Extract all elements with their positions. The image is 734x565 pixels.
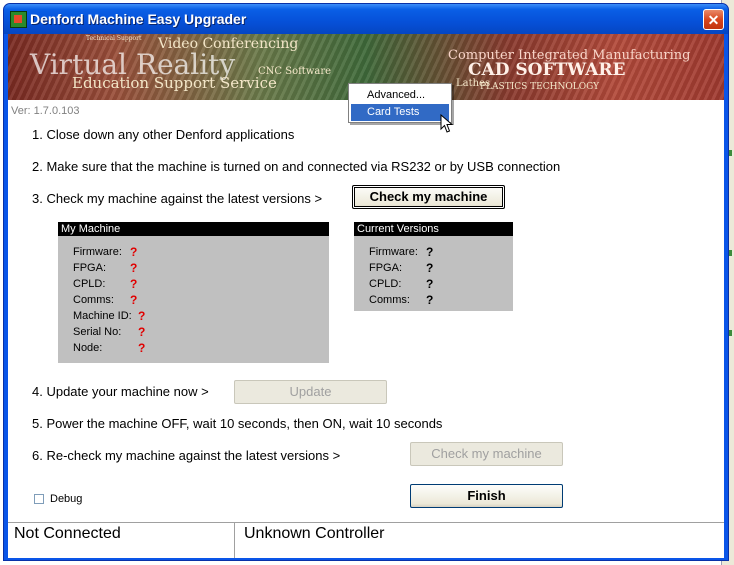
node-value: ? (138, 341, 146, 355)
current-versions-header: Current Versions (354, 222, 513, 236)
app-icon (10, 11, 27, 28)
step-3-text: 3. Check my machine against the latest v… (32, 191, 323, 206)
my-machine-panel: My Machine Firmware: ? FPGA: ? CPLD: ? C… (58, 222, 329, 363)
fpga-value: ? (130, 261, 138, 275)
check-machine-button[interactable]: Check my machine (352, 185, 505, 209)
comms-value: ? (130, 293, 138, 307)
menu-item-advanced[interactable]: Advanced... (351, 87, 449, 104)
window-title: Denford Machine Easy Upgrader (30, 11, 247, 27)
recheck-machine-button[interactable]: Check my machine (410, 442, 563, 466)
title-bar[interactable]: Denford Machine Easy Upgrader ✕ (4, 4, 728, 34)
comms-value: ? (426, 293, 434, 307)
step-6-text: 6. Re-check my machine against the lates… (32, 448, 341, 463)
step-2-text: 2. Make sure that the machine is turned … (32, 159, 561, 174)
firmware-value: ? (130, 245, 138, 259)
cpld-value: ? (426, 277, 434, 291)
main-window: Denford Machine Easy Upgrader ✕ Video Co… (3, 3, 729, 561)
banner-text: CAD SOFTWARE (468, 60, 626, 80)
cpld-label: CPLD: (369, 278, 402, 290)
fpga-label: FPGA: (73, 262, 107, 274)
close-button[interactable]: ✕ (703, 9, 724, 30)
debug-label: Debug (50, 493, 83, 505)
my-machine-header: My Machine (58, 222, 329, 236)
step-4-text: 4. Update your machine now > (32, 384, 209, 399)
debug-checkbox[interactable] (34, 494, 44, 504)
machine-id-value: ? (138, 309, 146, 323)
firmware-value: ? (426, 245, 434, 259)
comms-label: Comms: (73, 294, 114, 306)
machine-id-label: Machine ID: (73, 310, 132, 322)
firmware-label: Firmware: (73, 246, 122, 258)
mouse-cursor-icon (440, 114, 454, 133)
node-label: Node: (73, 342, 103, 354)
cpld-label: CPLD: (73, 278, 106, 290)
step-5-text: 5. Power the machine OFF, wait 10 second… (32, 416, 443, 431)
version-label: Ver: 1.7.0.103 (11, 105, 80, 117)
current-versions-panel: Current Versions Firmware: ? FPGA: ? CPL… (354, 222, 513, 311)
serial-no-value: ? (138, 325, 146, 339)
status-separator (234, 523, 235, 558)
connection-status: Not Connected (14, 525, 121, 542)
firmware-label: Firmware: (369, 246, 418, 258)
step-1-text: 1. Close down any other Denford applicat… (32, 127, 295, 142)
fpga-value: ? (426, 261, 434, 275)
menu-item-card-tests[interactable]: Card Tests (351, 104, 449, 121)
dialog-client: Video Conferencing Virtual Reality Educa… (8, 34, 724, 558)
banner-text: Technical Support (86, 35, 142, 42)
controller-status: Unknown Controller (244, 525, 385, 542)
banner-text: CNC Software (258, 66, 332, 77)
update-button[interactable]: Update (234, 380, 387, 404)
serial-no-label: Serial No: (73, 326, 122, 338)
banner-text: PLASTICS TECHNOLOGY (480, 82, 600, 92)
status-bar: Not Connected Unknown Controller (8, 522, 724, 558)
banner-text: Education Support Service (72, 74, 277, 92)
finish-button[interactable]: Finish (410, 484, 563, 508)
context-menu: Advanced... Card Tests (348, 83, 452, 123)
cpld-value: ? (130, 277, 138, 291)
fpga-label: FPGA: (369, 262, 403, 274)
comms-label: Comms: (369, 294, 410, 306)
